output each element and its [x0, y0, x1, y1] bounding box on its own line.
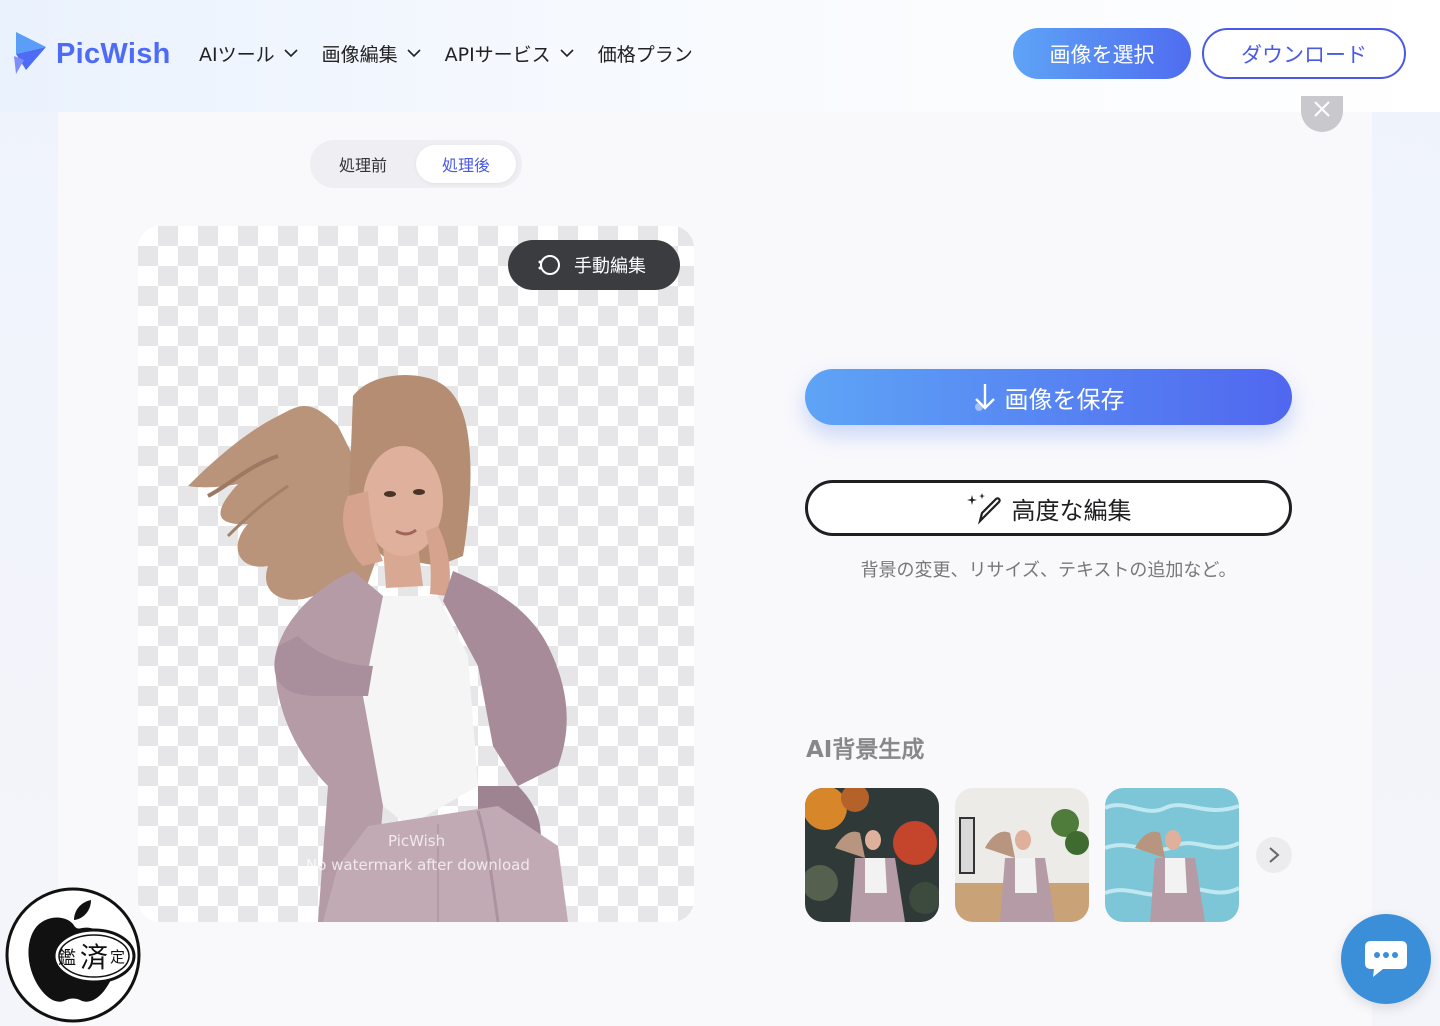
nav-image-edit[interactable]: 画像編集 — [322, 38, 421, 68]
ai-background-title: AI背景生成 — [806, 737, 925, 763]
main-nav: AIツール 画像編集 APIサービス 価格プラン — [199, 38, 717, 68]
chevron-down-icon — [284, 48, 298, 57]
download-arrow-icon — [974, 384, 995, 411]
advanced-edit-label: 高度な編集 — [1011, 496, 1132, 525]
apple-verified-badge: 鑑 済 定 — [4, 886, 142, 1024]
watermark-note: No watermark after download — [306, 856, 530, 874]
badge-char-center: 済 — [80, 941, 109, 974]
nav-api-service-label: APIサービス — [444, 43, 551, 66]
badge-char-left: 鑑 — [58, 948, 76, 969]
before-after-toggle: 処理前 処理後 — [310, 140, 522, 188]
next-background-button[interactable] — [1256, 837, 1292, 873]
top-navbar: PicWish AIツール 画像編集 APIサービス 価格プラン 画像を選択 ダ… — [0, 0, 1440, 112]
nav-ai-tools-label: AIツール — [199, 43, 275, 66]
cutout-person-image — [188, 375, 568, 922]
watermark-brand: PicWish — [388, 832, 446, 850]
save-image-label: 画像を保存 — [1004, 385, 1125, 414]
result-image-preview — [138, 226, 694, 922]
picwish-logo-icon — [14, 32, 46, 74]
ai-background-thumb-pool[interactable] — [1105, 788, 1239, 922]
chevron-down-icon — [560, 48, 574, 57]
logo[interactable]: PicWish — [12, 30, 171, 78]
badge-char-right: 定 — [110, 948, 126, 966]
chevron-right-icon — [1269, 847, 1280, 863]
magic-pen-icon — [966, 493, 1001, 525]
select-image-button[interactable]: 画像を選択 — [1013, 28, 1191, 79]
chat-icon — [1365, 941, 1407, 977]
advanced-edit-button[interactable]: 高度な編集 — [805, 480, 1292, 536]
nav-image-edit-label: 画像編集 — [321, 43, 398, 66]
logo-text: PicWish — [56, 37, 171, 70]
manual-edit-button[interactable]: 手動編集 — [508, 240, 680, 290]
tab-before[interactable]: 処理前 — [310, 140, 416, 188]
lasso-icon — [538, 255, 560, 275]
advanced-edit-hint: 背景の変更、リサイズ、テキストの追加など。 — [860, 560, 1237, 581]
nav-pricing[interactable]: 価格プラン — [598, 38, 693, 68]
tab-after[interactable]: 処理後 — [416, 145, 516, 183]
ai-background-thumb-autumn[interactable] — [805, 788, 939, 922]
save-image-button[interactable]: 画像を保存 — [805, 369, 1292, 425]
download-app-button[interactable]: ダウンロード — [1202, 28, 1406, 79]
manual-edit-label: 手動編集 — [574, 256, 646, 277]
close-icon — [1314, 101, 1330, 117]
chevron-down-icon — [407, 48, 421, 57]
ai-background-thumb-room[interactable] — [955, 788, 1089, 922]
nav-ai-tools[interactable]: AIツール — [199, 38, 298, 68]
nav-api-service[interactable]: APIサービス — [445, 38, 574, 68]
nav-pricing-label: 価格プラン — [597, 43, 693, 66]
chat-support-button[interactable] — [1341, 914, 1431, 1004]
